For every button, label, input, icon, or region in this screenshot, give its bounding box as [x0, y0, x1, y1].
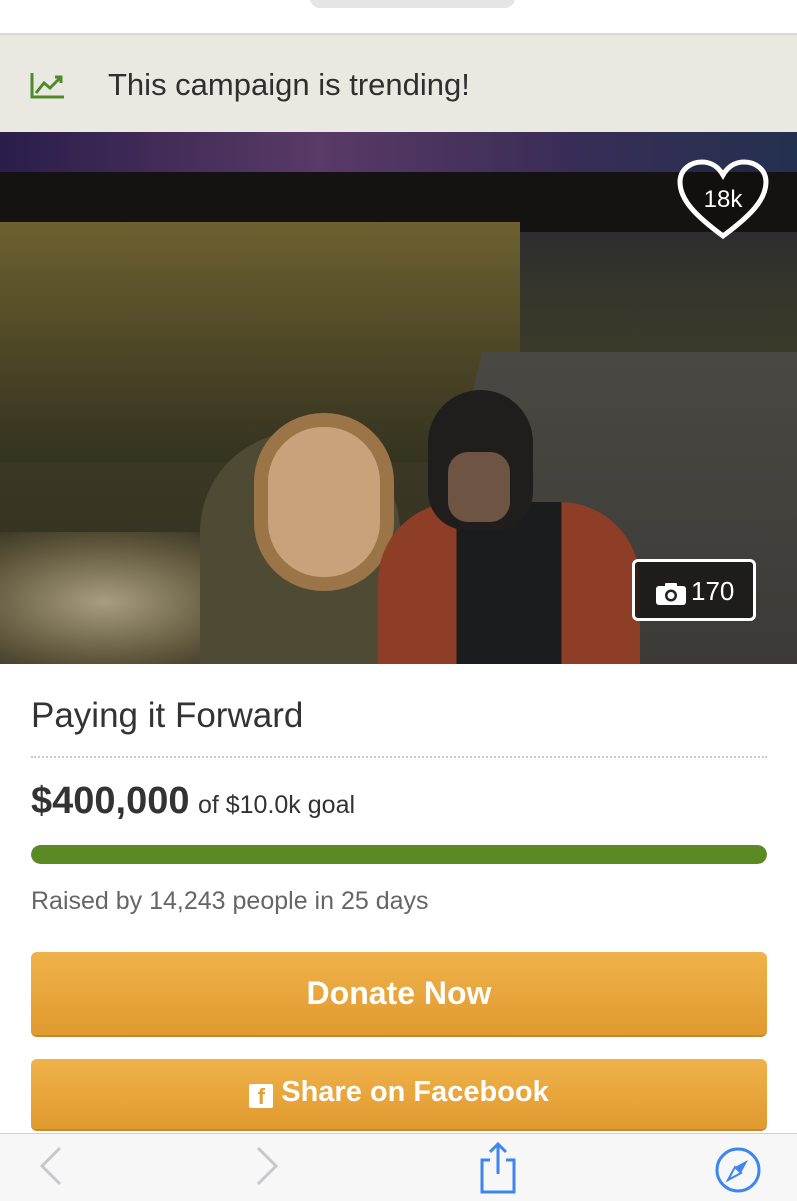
- funding-summary: $400,000 of $10.0k goal: [31, 780, 355, 823]
- progress-bar: [31, 845, 767, 864]
- donate-button-label: Donate Now: [306, 975, 492, 1011]
- trending-banner: This campaign is trending!: [0, 34, 797, 133]
- progress-fill: [31, 845, 767, 864]
- photo-gallery-button[interactable]: 170: [632, 559, 756, 621]
- trending-chart-icon: [30, 73, 64, 99]
- share-icon[interactable]: [478, 1142, 518, 1194]
- trending-text: This campaign is trending!: [108, 67, 470, 102]
- facebook-icon: f: [249, 1084, 274, 1109]
- share-button-label: Share on Facebook: [281, 1076, 549, 1108]
- forward-icon[interactable]: [254, 1144, 280, 1188]
- camera-icon: [656, 583, 686, 605]
- raised-by-text: Raised by 14,243 people in 25 days: [31, 887, 429, 915]
- heart-button[interactable]: 18k: [676, 158, 770, 242]
- browser-toolbar: [0, 1133, 797, 1201]
- hearts-count: 18k: [703, 186, 743, 213]
- raised-amount: $400,000: [31, 780, 190, 822]
- photo-count: 170: [691, 576, 735, 606]
- site-header: [0, 0, 797, 34]
- compass-icon[interactable]: [714, 1146, 762, 1194]
- back-icon[interactable]: [38, 1144, 64, 1188]
- campaign-title: Paying it Forward: [31, 696, 304, 735]
- donate-now-button[interactable]: Donate Now: [31, 952, 767, 1035]
- site-logo[interactable]: [310, 0, 515, 8]
- goal-text: of $10.0k goal: [197, 791, 356, 819]
- share-facebook-button[interactable]: f Share on Facebook: [31, 1059, 767, 1129]
- divider: [31, 756, 767, 758]
